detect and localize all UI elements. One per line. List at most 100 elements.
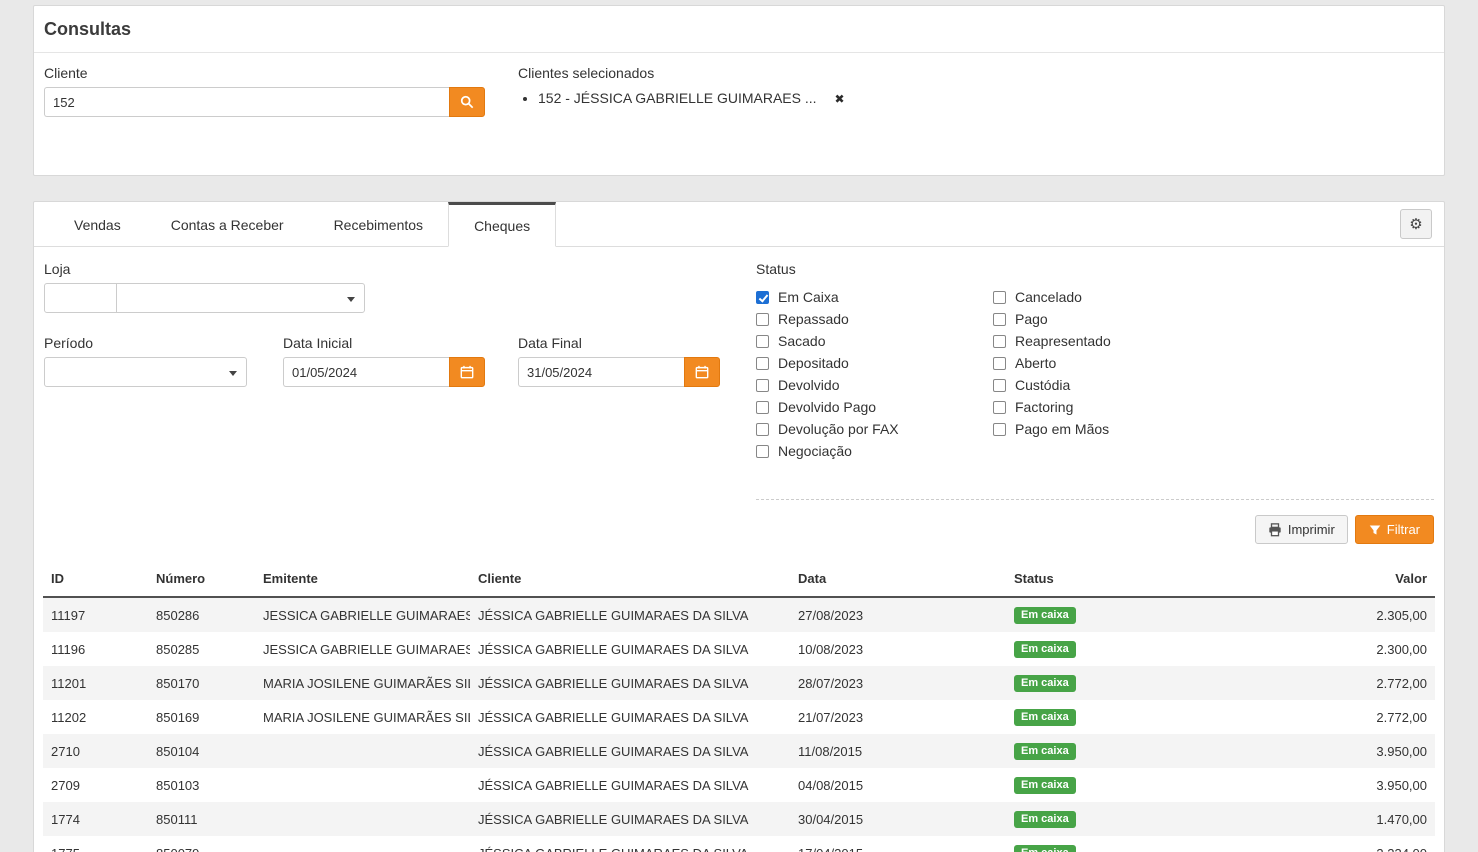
checkbox-label: Depositado [778,355,849,371]
cell-emitente: JESSICA GABRIELLE GUIMARAES D... [255,597,470,632]
checkbox-label: Cancelado [1015,289,1082,305]
cell-data: 27/08/2023 [790,597,1006,632]
status-option-sacado[interactable]: Sacado [756,330,993,352]
status-option-depositado[interactable]: Depositado [756,352,993,374]
status-column-1: Em Caixa Repassado Sacado Depositado Devolvi… [756,286,993,462]
status-option-pago-em-maos[interactable]: Pago em Mãos [993,418,1230,440]
data-final-calendar-button[interactable] [684,357,720,387]
checkbox-aberto[interactable] [993,357,1006,370]
checkbox-label: Sacado [778,333,825,349]
imprimir-label: Imprimir [1288,522,1335,537]
data-inicial-label: Data Inicial [283,335,485,351]
checkbox-pago[interactable] [993,313,1006,326]
search-icon [460,95,474,109]
status-badge: Em caixa [1014,845,1076,852]
cell-status: Em caixa [1006,768,1216,802]
data-final-group [518,357,720,387]
data-final-input[interactable] [518,357,684,387]
checkbox-devolvido[interactable] [756,379,769,392]
tab-vendas[interactable]: Vendas [49,202,146,247]
status-option-pago[interactable]: Pago [993,308,1230,330]
checkbox-reapresentado[interactable] [993,335,1006,348]
cliente-input-group [44,87,485,117]
periodo-field: Período [44,335,247,387]
cell-status: Em caixa [1006,700,1216,734]
periodo-select[interactable] [44,357,247,387]
gear-icon: ⚙ [1409,215,1422,233]
status-option-reapresentado[interactable]: Reapresentado [993,330,1230,352]
checkbox-custodia[interactable] [993,379,1006,392]
table-row[interactable]: 11197850286JESSICA GABRIELLE GUIMARAES D… [43,597,1435,632]
cell-id: 1775 [43,836,148,852]
status-option-em-caixa[interactable]: Em Caixa [756,286,993,308]
cell-numero: 850103 [148,768,255,802]
status-badge: Em caixa [1014,811,1076,828]
data-inicial-calendar-button[interactable] [449,357,485,387]
table-row[interactable]: 1774850111JÉSSICA GABRIELLE GUIMARAES DA… [43,802,1435,836]
cell-valor: 2.772,00 [1216,666,1435,700]
status-option-devolvido[interactable]: Devolvido [756,374,993,396]
checkbox-em-caixa[interactable] [756,291,769,304]
settings-button[interactable]: ⚙ [1400,209,1432,239]
status-badge: Em caixa [1014,709,1076,726]
cell-emitente [255,734,470,768]
status-option-custodia[interactable]: Custódia [993,374,1230,396]
table-row[interactable]: 11202850169MARIA JOSILENE GUIMARÃES SILV… [43,700,1435,734]
filtrar-button[interactable]: Filtrar [1355,515,1434,544]
table-row[interactable]: 11196850285JESSICA GABRIELLE GUIMARAES D… [43,632,1435,666]
checkbox-devolvido-pago[interactable] [756,401,769,414]
tab-contas-a-receber[interactable]: Contas a Receber [146,202,309,247]
table-row[interactable]: 11201850170MARIA JOSILENE GUIMARÃES SILV… [43,666,1435,700]
loja-select[interactable] [116,283,365,313]
tab-recebimentos[interactable]: Recebimentos [309,202,449,247]
table-row[interactable]: 2709850103JÉSSICA GABRIELLE GUIMARAES DA… [43,768,1435,802]
cell-valor: 3.950,00 [1216,768,1435,802]
checkbox-sacado[interactable] [756,335,769,348]
loja-code-input[interactable] [44,283,117,313]
checkbox-pago-em-maos[interactable] [993,423,1006,436]
calendar-icon [695,365,709,379]
checkbox-negociacao[interactable] [756,445,769,458]
status-option-cancelado[interactable]: Cancelado [993,286,1230,308]
cell-emitente: MARIA JOSILENE GUIMARÃES SILVA [255,700,470,734]
checkbox-cancelado[interactable] [993,291,1006,304]
col-header-numero: Número [148,562,255,597]
status-option-aberto[interactable]: Aberto [993,352,1230,374]
cheques-table: ID Número Emitente Cliente Data Status V… [43,562,1435,852]
tab-cheques[interactable]: Cheques [448,202,556,247]
col-header-id: ID [43,562,148,597]
cell-cliente: JÉSSICA GABRIELLE GUIMARAES DA SILVA [470,802,790,836]
status-option-negociacao[interactable]: Negociação [756,440,993,462]
col-header-emitente: Emitente [255,562,470,597]
table-row[interactable]: 2710850104JÉSSICA GABRIELLE GUIMARAES DA… [43,734,1435,768]
cell-numero: 850104 [148,734,255,768]
checkbox-factoring[interactable] [993,401,1006,414]
checkbox-label: Factoring [1015,399,1073,415]
cell-status: Em caixa [1006,666,1216,700]
selected-client-text: 152 - JÉSSICA GABRIELLE GUIMARAES ... [538,90,817,106]
checkbox-label: Em Caixa [778,289,839,305]
table-body: 11197850286JESSICA GABRIELLE GUIMARAES D… [43,597,1435,852]
data-inicial-input[interactable] [283,357,449,387]
cliente-input[interactable] [44,87,449,117]
checkbox-repassado[interactable] [756,313,769,326]
checkbox-label: Devolução por FAX [778,421,899,437]
status-column-2: Cancelado PagoReapresentadoAbertoCustódia… [993,286,1230,462]
status-badge: Em caixa [1014,777,1076,794]
cell-numero: 850286 [148,597,255,632]
checkbox-devolucao-por-fax[interactable] [756,423,769,436]
filter-icon [1369,524,1381,536]
cliente-search-button[interactable] [449,87,485,117]
status-option-devolvido-pago[interactable]: Devolvido Pago [756,396,993,418]
status-option-devolucao-por-fax[interactable]: Devolução por FAX [756,418,993,440]
cell-valor: 2.305,00 [1216,597,1435,632]
table-row[interactable]: 1775850079JÉSSICA GABRIELLE GUIMARAES DA… [43,836,1435,852]
remove-client-icon[interactable]: ✖ [834,92,844,106]
status-filter: Status Em CaixaRepassadoSacadoDepositado… [756,261,1230,462]
status-option-factoring[interactable]: Factoring [993,396,1230,418]
checkbox-depositado[interactable] [756,357,769,370]
status-option-repassado[interactable]: Repassado [756,308,993,330]
checkbox-label: Negociação [778,443,852,459]
data-inicial-group [283,357,485,387]
imprimir-button[interactable]: Imprimir [1255,515,1348,544]
